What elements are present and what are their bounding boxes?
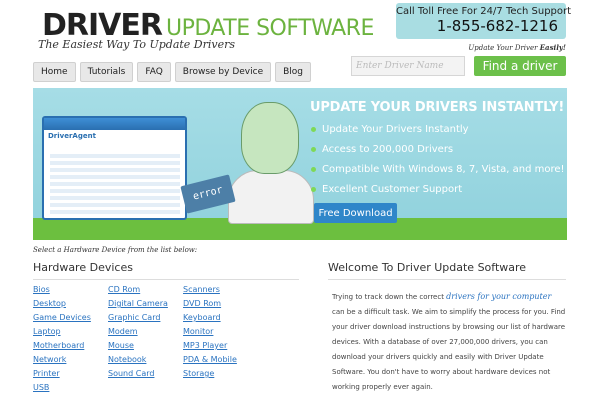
select-device-note: Select a Hardware Device from the list b… <box>33 246 198 254</box>
hardware-column-1: Bios Desktop Game Devices Laptop Motherb… <box>33 284 91 396</box>
banner-feature-list: Update Your Drivers Instantly Access to … <box>311 124 565 204</box>
nav-home[interactable]: Home <box>33 62 76 82</box>
welcome-paragraph: Trying to track down the correct drivers… <box>332 289 566 395</box>
hardware-divider <box>33 279 299 280</box>
device-link-notebook[interactable]: Notebook <box>108 354 168 368</box>
bullet-icon <box>311 186 316 192</box>
device-link-motherboard[interactable]: Motherboard <box>33 340 91 354</box>
device-link-scanners[interactable]: Scanners <box>183 284 237 298</box>
device-link-game-devices[interactable]: Game Devices <box>33 312 91 326</box>
drivers-for-your-computer-link[interactable]: drivers for your computer <box>446 292 551 301</box>
banner-feature: Update Your Drivers Instantly <box>311 124 565 135</box>
app-row <box>50 196 180 200</box>
banner-feature-text: Compatible With Windows 8, 7, Vista, and… <box>322 164 565 175</box>
cartoon-man-head <box>241 102 299 174</box>
site-tagline: The Easiest Way To Update Drivers <box>38 38 236 51</box>
app-driver-list <box>50 154 180 217</box>
app-row <box>50 189 180 193</box>
device-link-monitor[interactable]: Monitor <box>183 326 237 340</box>
device-link-bios[interactable]: Bios <box>33 284 91 298</box>
app-row <box>50 161 180 165</box>
device-link-modem[interactable]: Modem <box>108 326 168 340</box>
device-link-keyboard[interactable]: Keyboard <box>183 312 237 326</box>
banner-feature-text: Access to 200,000 Drivers <box>322 144 454 155</box>
nav-blog[interactable]: Blog <box>275 62 312 82</box>
device-link-graphic-card[interactable]: Graphic Card <box>108 312 168 326</box>
free-download-button[interactable]: Free Download <box>314 203 397 223</box>
app-row <box>50 203 180 207</box>
banner-feature: Compatible With Windows 8, 7, Vista, and… <box>311 164 565 175</box>
device-link-mouse[interactable]: Mouse <box>108 340 168 354</box>
update-easily-emph: Easily! <box>539 43 566 52</box>
nav-browse-by-device[interactable]: Browse by Device <box>174 62 272 82</box>
device-link-storage[interactable]: Storage <box>183 368 237 382</box>
welcome-divider <box>328 279 566 280</box>
hardware-column-2: CD Rom Digital Camera Graphic Card Modem… <box>108 284 168 382</box>
banner-feature-text: Excellent Customer Support <box>322 184 463 195</box>
cartoon-man-body <box>228 170 314 224</box>
promo-banner[interactable]: DriverAgent error UPDATE YOUR DRIVERS IN… <box>33 88 567 240</box>
app-brand: DriverAgent <box>48 132 96 140</box>
device-link-dvd-rom[interactable]: DVD Rom <box>183 298 237 312</box>
app-titlebar <box>44 118 185 130</box>
hardware-column-3: Scanners DVD Rom Keyboard Monitor MP3 Pl… <box>183 284 237 382</box>
banner-headline: UPDATE YOUR DRIVERS INSTANTLY! <box>310 100 565 115</box>
app-row <box>50 154 180 158</box>
app-screenshot: DriverAgent <box>42 116 187 220</box>
update-easily-note: Update Your Driver Easily! <box>468 43 566 52</box>
welcome-title: Welcome To Driver Update Software <box>328 261 527 274</box>
hardware-devices-title: Hardware Devices <box>33 261 133 274</box>
main-nav: Home Tutorials FAQ Browse by Device Blog <box>33 62 312 82</box>
device-link-mp3-player[interactable]: MP3 Player <box>183 340 237 354</box>
phone-number[interactable]: 1-855-682-1216 <box>396 17 558 35</box>
nav-faq[interactable]: FAQ <box>137 62 171 82</box>
update-easily-prefix: Update Your Driver <box>468 44 540 52</box>
device-link-network[interactable]: Network <box>33 354 91 368</box>
nav-tutorials[interactable]: Tutorials <box>79 62 134 82</box>
tech-support-callbox: Call Toll Free For 24/7 Tech Support 1-8… <box>396 3 572 39</box>
device-link-laptop[interactable]: Laptop <box>33 326 91 340</box>
welcome-text-before: Trying to track down the correct <box>332 293 447 301</box>
app-row <box>50 210 180 214</box>
device-link-printer[interactable]: Printer <box>33 368 91 382</box>
device-link-pda-mobile[interactable]: PDA & Mobile <box>183 354 237 368</box>
bullet-icon <box>311 126 316 132</box>
device-link-sound-card[interactable]: Sound Card <box>108 368 168 382</box>
find-driver-button[interactable]: Find a driver <box>474 56 566 76</box>
banner-feature: Access to 200,000 Drivers <box>311 144 565 155</box>
app-row <box>50 182 180 186</box>
bullet-icon <box>311 146 316 152</box>
device-link-cd-rom[interactable]: CD Rom <box>108 284 168 298</box>
bullet-icon <box>311 166 316 172</box>
driver-search-input[interactable] <box>351 56 465 76</box>
app-row <box>50 168 180 172</box>
banner-feature-text: Update Your Drivers Instantly <box>322 124 469 135</box>
device-link-digital-camera[interactable]: Digital Camera <box>108 298 168 312</box>
call-label: Call Toll Free For 24/7 Tech Support <box>396 6 572 17</box>
welcome-text-after: can be a difficult task. We aim to simpl… <box>332 308 566 391</box>
app-row <box>50 175 180 179</box>
banner-feature: Excellent Customer Support <box>311 184 565 195</box>
device-link-usb[interactable]: USB <box>33 382 91 396</box>
device-link-desktop[interactable]: Desktop <box>33 298 91 312</box>
